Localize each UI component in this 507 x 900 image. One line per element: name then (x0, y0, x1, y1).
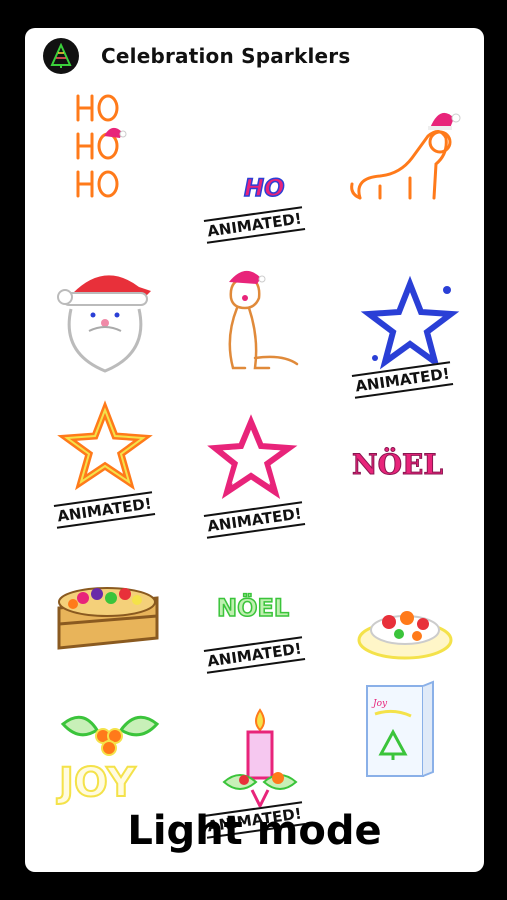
noel-green-sticker[interactable]: NÖEL (215, 588, 305, 628)
santa-dog-sticker[interactable] (215, 268, 305, 383)
holly-joy-sticker[interactable]: JOY (53, 708, 163, 808)
orange-star-sticker[interactable] (57, 400, 153, 491)
pink-star-sticker[interactable] (207, 414, 298, 500)
candle-sticker[interactable] (220, 708, 300, 810)
sticker-grid: HO ANIMATED! ANIMATED! ANIMATED! ANIMATE… (25, 28, 484, 872)
animated-badge: ANIMATED! (203, 636, 306, 674)
noel-pink-sticker[interactable]: NÖEL (350, 438, 460, 488)
mode-label: Light mode (127, 808, 382, 854)
ho-ho-ho-sticker[interactable] (70, 88, 140, 208)
greeting-card-sticker[interactable]: Joy (363, 680, 438, 782)
fruit-cake-sticker[interactable] (53, 568, 163, 658)
svg-text:HO: HO (244, 174, 285, 202)
santa-cat-sticker[interactable] (350, 98, 461, 208)
noel-pink-text: NÖEL (352, 447, 443, 481)
animated-badge: ANIMATED! (53, 491, 156, 529)
sticker-panel: Celebration Sparklers HO ANIMATED! ANIMA… (25, 28, 484, 872)
joy-text: JOY (56, 760, 136, 806)
svg-text:Joy: Joy (371, 699, 388, 709)
animated-badge: ANIMATED! (203, 206, 306, 244)
ho-sticker[interactable]: HO (240, 168, 310, 208)
santa-face-sticker[interactable] (53, 263, 163, 378)
noel-green-text: NÖEL (217, 592, 289, 622)
blue-star-sticker[interactable] (360, 275, 460, 370)
animated-badge: ANIMATED! (203, 501, 306, 539)
pasta-plate-sticker[interactable] (355, 588, 455, 668)
